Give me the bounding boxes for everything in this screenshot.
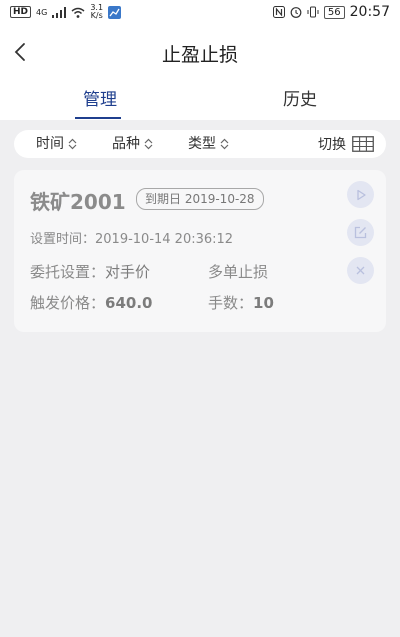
trigger-label: 触发价格： xyxy=(30,294,106,312)
sort-icon xyxy=(144,138,153,150)
status-bar: HD 4G 3.1 K/s 56 20:57 xyxy=(0,0,400,24)
filter-type-label: 类型 xyxy=(188,136,216,152)
play-icon xyxy=(356,189,366,200)
app-notification-icon xyxy=(108,5,122,19)
entrust-setting: 委托设置：对手价 xyxy=(30,261,150,282)
quantity: 手数：10 xyxy=(208,292,274,313)
order-card[interactable]: 铁矿2001 到期日 2019-10-28 设置时间：2019-10-14 20… xyxy=(14,170,386,332)
set-time: 设置时间：2019-10-14 20:36:12 xyxy=(30,232,234,247)
trigger-price: 触发价格：640.0 xyxy=(30,292,152,313)
status-right: 56 20:57 xyxy=(272,4,390,20)
quantity-value: 10 xyxy=(253,294,274,312)
order-direction: 多单止损 xyxy=(208,263,269,281)
delete-button[interactable] xyxy=(347,257,374,284)
entrust-label: 委托设置： xyxy=(30,263,106,281)
edit-button[interactable] xyxy=(347,219,374,246)
nfc-icon xyxy=(272,6,285,18)
signal-icon xyxy=(52,6,67,18)
expiry-badge: 到期日 2019-10-28 xyxy=(136,188,264,210)
filter-bar: 时间 品种 类型 切换 xyxy=(14,130,386,158)
tab-manage[interactable]: 管理 xyxy=(0,80,200,120)
sort-icon xyxy=(68,138,77,150)
status-left: HD 4G 3.1 K/s xyxy=(10,4,122,20)
filter-variety[interactable]: 品种 xyxy=(112,130,153,158)
filter-type[interactable]: 类型 xyxy=(188,130,229,158)
battery-level: 56 xyxy=(323,5,345,19)
tab-history[interactable]: 历史 xyxy=(200,80,400,120)
entrust-value: 对手价 xyxy=(105,263,151,281)
network-label: 4G xyxy=(36,7,48,17)
contract-name: 铁矿2001 xyxy=(30,190,126,214)
alarm-icon xyxy=(290,7,302,18)
trigger-value: 640.0 xyxy=(105,294,153,312)
edit-icon xyxy=(354,226,367,239)
vibrate-icon xyxy=(307,6,319,18)
filter-time-label: 时间 xyxy=(36,136,64,152)
page-title: 止盈止损 xyxy=(161,44,238,66)
close-icon xyxy=(356,266,365,275)
table-grid-icon xyxy=(352,136,374,152)
clock: 20:57 xyxy=(349,4,390,20)
navigation-bar: 止盈止损 xyxy=(0,24,400,80)
network-speed: 3.1 K/s xyxy=(90,4,103,20)
switch-label: 切换 xyxy=(318,137,346,153)
sort-icon xyxy=(220,138,229,150)
filter-time[interactable]: 时间 xyxy=(36,130,77,158)
hd-indicator: HD xyxy=(10,6,32,18)
filter-variety-label: 品种 xyxy=(112,136,140,152)
quantity-label: 手数： xyxy=(208,294,254,312)
start-button[interactable] xyxy=(347,181,374,208)
network-speed-unit: K/s xyxy=(90,11,103,20)
wifi-icon xyxy=(71,7,85,18)
switch-view-button[interactable]: 切换 xyxy=(318,130,374,158)
tab-bar: 管理 历史 xyxy=(0,80,400,120)
active-tab-indicator xyxy=(75,117,121,119)
